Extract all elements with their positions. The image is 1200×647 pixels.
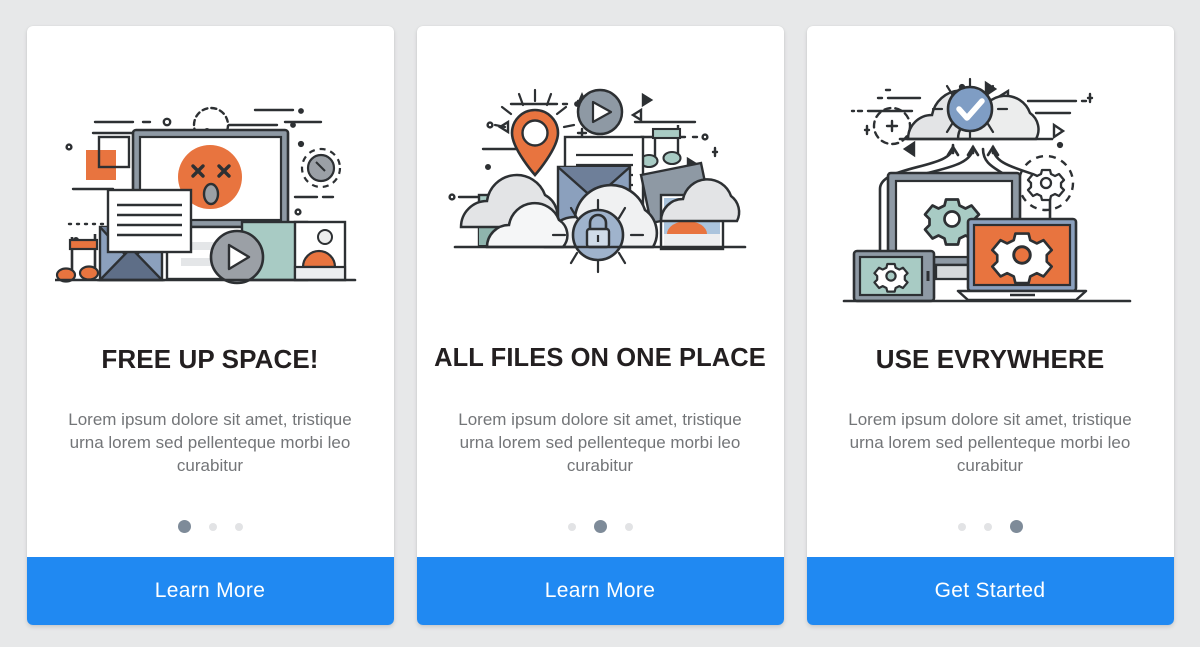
learn-more-button[interactable]: Learn More bbox=[26, 557, 394, 625]
check-badge-icon bbox=[946, 85, 994, 133]
page-description: Lorem ipsum dolore sit amet, tristique u… bbox=[458, 409, 742, 475]
onboarding-card-all-files-on-one-place: ALL FILES ON ONE PLACE Lorem ipsum dolor… bbox=[416, 26, 784, 625]
gear-icon bbox=[873, 262, 909, 293]
illustration-cloud-storage-media bbox=[417, 26, 784, 346]
pagination-dot-1[interactable] bbox=[957, 522, 966, 531]
onboarding-card-use-everywhere: USE EVRYWHERE Lorem ipsum dolore sit ame… bbox=[806, 26, 1174, 625]
pagination-dot-2[interactable] bbox=[208, 522, 217, 531]
pagination-dot-2[interactable] bbox=[593, 520, 607, 533]
page-title: ALL FILES ON ONE PLACE bbox=[434, 344, 766, 372]
pagination-dot-1[interactable] bbox=[177, 520, 191, 533]
pagination-dot-3[interactable] bbox=[1009, 520, 1023, 533]
pagination-dots bbox=[27, 520, 394, 533]
illustration-broken-monitor-media bbox=[27, 26, 394, 346]
page-description: Lorem ipsum dolore sit amet, tristique u… bbox=[68, 410, 352, 476]
document-icon bbox=[106, 188, 193, 253]
pagination-dot-3[interactable] bbox=[234, 522, 243, 531]
learn-more-button[interactable]: Learn More bbox=[416, 557, 784, 625]
gear-icon bbox=[990, 232, 1054, 285]
pagination-dot-3[interactable] bbox=[624, 522, 633, 531]
illustration-multi-device-sync bbox=[807, 26, 1174, 346]
onboarding-slides-board: FREE UP SPACE! Lorem ipsum dolore sit am… bbox=[0, 0, 1200, 647]
onboarding-card-free-up-space: FREE UP SPACE! Lorem ipsum dolore sit am… bbox=[26, 26, 394, 625]
pagination-dots bbox=[417, 520, 784, 533]
square-decoration bbox=[86, 149, 116, 180]
pagination-dots bbox=[807, 520, 1174, 533]
pagination-dot-1[interactable] bbox=[567, 522, 576, 531]
music-note-icon bbox=[639, 124, 682, 168]
page-title: FREE UP SPACE! bbox=[101, 344, 319, 374]
gear-icon bbox=[1026, 168, 1066, 202]
music-note-icon bbox=[55, 233, 100, 283]
page-description: Lorem ipsum dolore sit amet, tristique u… bbox=[848, 410, 1132, 476]
page-title: USE EVRYWHERE bbox=[875, 344, 1105, 374]
get-started-button[interactable]: Get Started bbox=[806, 557, 1174, 625]
pagination-dot-2[interactable] bbox=[983, 522, 992, 531]
